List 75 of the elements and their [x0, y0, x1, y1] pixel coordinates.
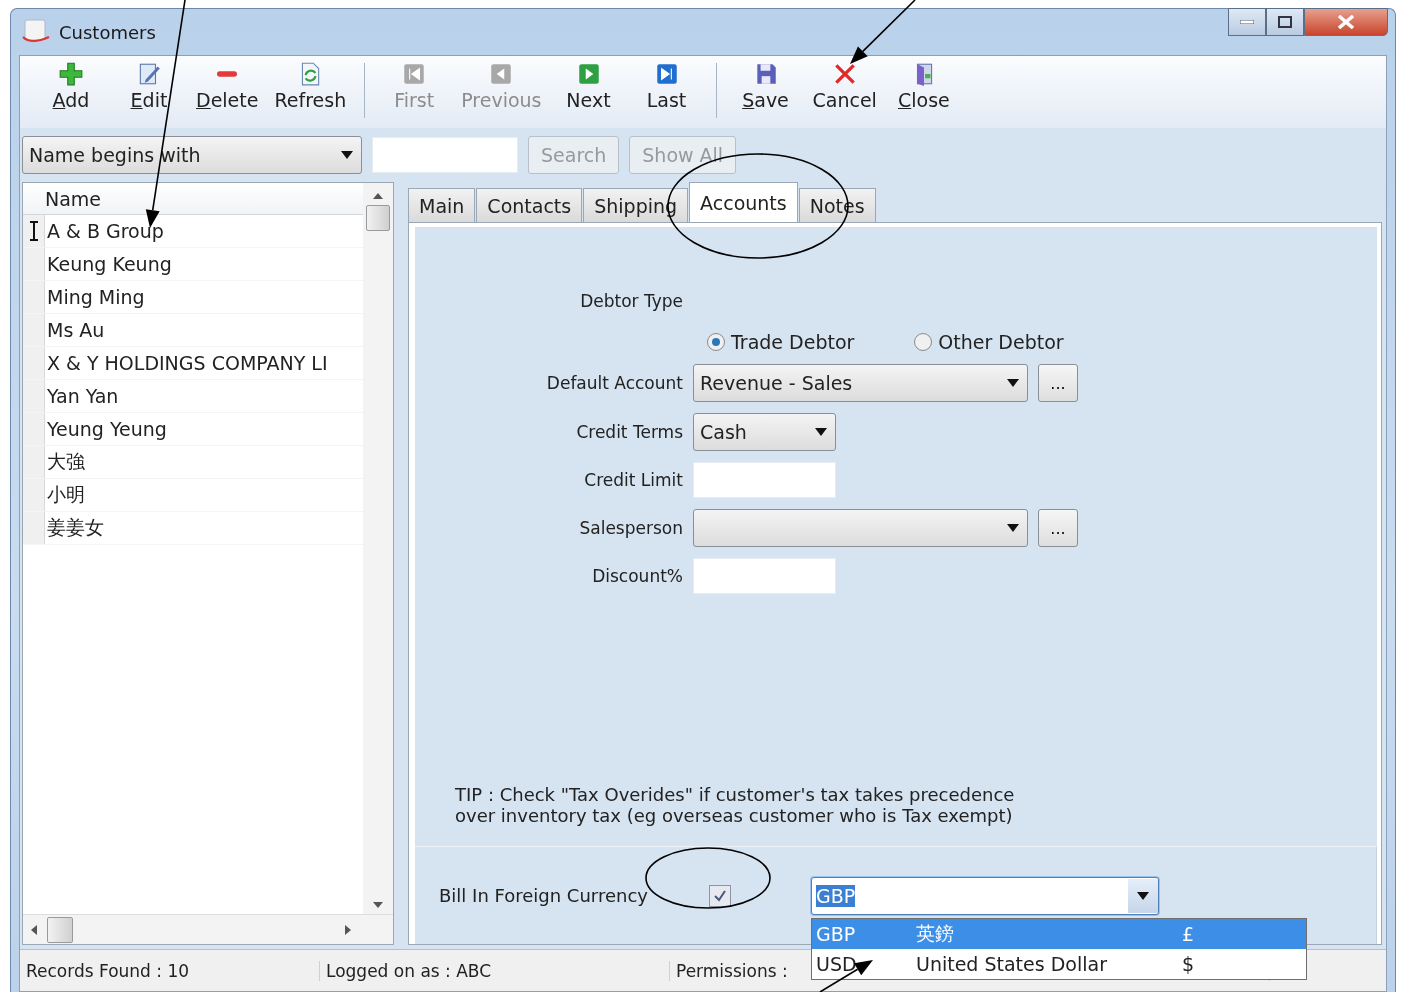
minimize-button[interactable]: [1228, 8, 1266, 36]
toolbar-button[interactable]: Close: [884, 59, 963, 128]
tab[interactable]: Accounts: [689, 182, 798, 222]
checkbox[interactable]: [709, 884, 731, 907]
toolbar-button[interactable]: Refresh: [266, 59, 355, 128]
field-label: Discount%: [591, 566, 683, 586]
add-icon: [58, 61, 84, 87]
tab[interactable]: Main: [408, 188, 476, 222]
scroll-thumb[interactable]: [366, 205, 390, 231]
status-text: Records Found : 10: [20, 960, 320, 981]
scroll-right-icon: [345, 924, 351, 935]
vertical-scrollbar[interactable]: [363, 183, 393, 914]
table-cell[interactable]: Ming Ming: [45, 286, 145, 308]
table-cell[interactable]: Keung Keung: [45, 253, 172, 275]
check-icon: [713, 888, 727, 903]
scroll-left-icon: [31, 924, 37, 935]
close-icon: [1337, 15, 1355, 29]
caret-icon: [815, 428, 827, 436]
maximize-icon: [1278, 16, 1292, 28]
toolbar-button[interactable]: Cancel: [804, 59, 885, 128]
input-field[interactable]: [693, 462, 836, 498]
field-label: Default Account: [545, 373, 683, 393]
tab[interactable]: Contacts: [476, 188, 583, 222]
caret-icon: [1007, 524, 1019, 532]
browse-button[interactable]: ...: [1038, 364, 1078, 402]
annotation-arrow: [850, 0, 916, 64]
table-cell[interactable]: X & Y HOLDINGS COMPANY LI: [45, 352, 328, 374]
horizontal-scrollbar[interactable]: [23, 914, 393, 944]
browse-button[interactable]: ...: [1038, 509, 1078, 547]
caret-icon: [341, 151, 353, 159]
tip-text: over inventory tax (eg overseas customer who is Tax exempt): [455, 805, 1014, 826]
filter-dropdown[interactable]: Name begins with: [22, 136, 362, 174]
scroll-up-icon: [373, 193, 383, 199]
scroll-down-icon: [373, 902, 383, 908]
field-label: Debtor Type: [579, 291, 683, 311]
delete-icon: [217, 71, 238, 77]
table-cell[interactable]: Yan Yan: [45, 385, 119, 407]
table-cell[interactable]: 姜姜女: [45, 515, 104, 541]
toolbar-button[interactable]: Delete: [188, 59, 267, 128]
caret-icon: [1007, 379, 1019, 387]
table-cell[interactable]: Yeung Yeung: [45, 418, 167, 440]
toolbar-button[interactable]: Last: [627, 59, 706, 128]
minimize-icon: [1240, 20, 1254, 24]
dropdown[interactable]: Cash: [693, 413, 836, 451]
app-logo-icon: [21, 19, 51, 45]
toolbar-button[interactable]: Save: [726, 59, 805, 128]
search-field[interactable]: [372, 137, 518, 173]
table-cell[interactable]: 大強: [45, 449, 85, 475]
toolbar-button[interactable]: Add: [32, 59, 110, 128]
currency-dropdown[interactable]: GBP: [811, 876, 1159, 915]
input-field[interactable]: [693, 558, 836, 594]
tip-text: TIP : Check "Tax Overides" if customer's tax takes precedence: [455, 784, 1016, 805]
column-header[interactable]: Name: [45, 187, 102, 210]
toolbar-button[interactable]: Edit: [110, 59, 188, 128]
scroll-thumb[interactable]: [47, 916, 73, 943]
field-label: Bill In Foreign Currency: [439, 885, 649, 906]
close-button[interactable]: [1304, 8, 1388, 36]
table-cell[interactable]: A & B Group: [45, 220, 164, 242]
field-label: Credit Limit: [583, 470, 683, 490]
radio-option[interactable]: Trade Debtor: [707, 331, 855, 353]
radio-button[interactable]: [914, 333, 933, 351]
table-cell[interactable]: Ms Au: [45, 319, 105, 341]
dropdown[interactable]: Revenue - Sales: [693, 364, 1028, 402]
radio-option[interactable]: Other Debtor: [914, 331, 1064, 353]
maximize-button[interactable]: [1266, 8, 1304, 36]
text-cursor-icon: [28, 221, 39, 241]
radio-button[interactable]: [707, 333, 725, 351]
toolbar-button[interactable]: Next: [549, 59, 628, 128]
status-text: Logged on as : ABC: [320, 960, 670, 981]
caret-icon: [1137, 891, 1149, 900]
table-cell[interactable]: 小明: [45, 482, 85, 508]
field-label: Credit Terms: [575, 422, 683, 442]
window-title: Customers: [59, 21, 156, 43]
field-label: Salesperson: [578, 518, 683, 538]
dropdown[interactable]: [693, 509, 1028, 547]
